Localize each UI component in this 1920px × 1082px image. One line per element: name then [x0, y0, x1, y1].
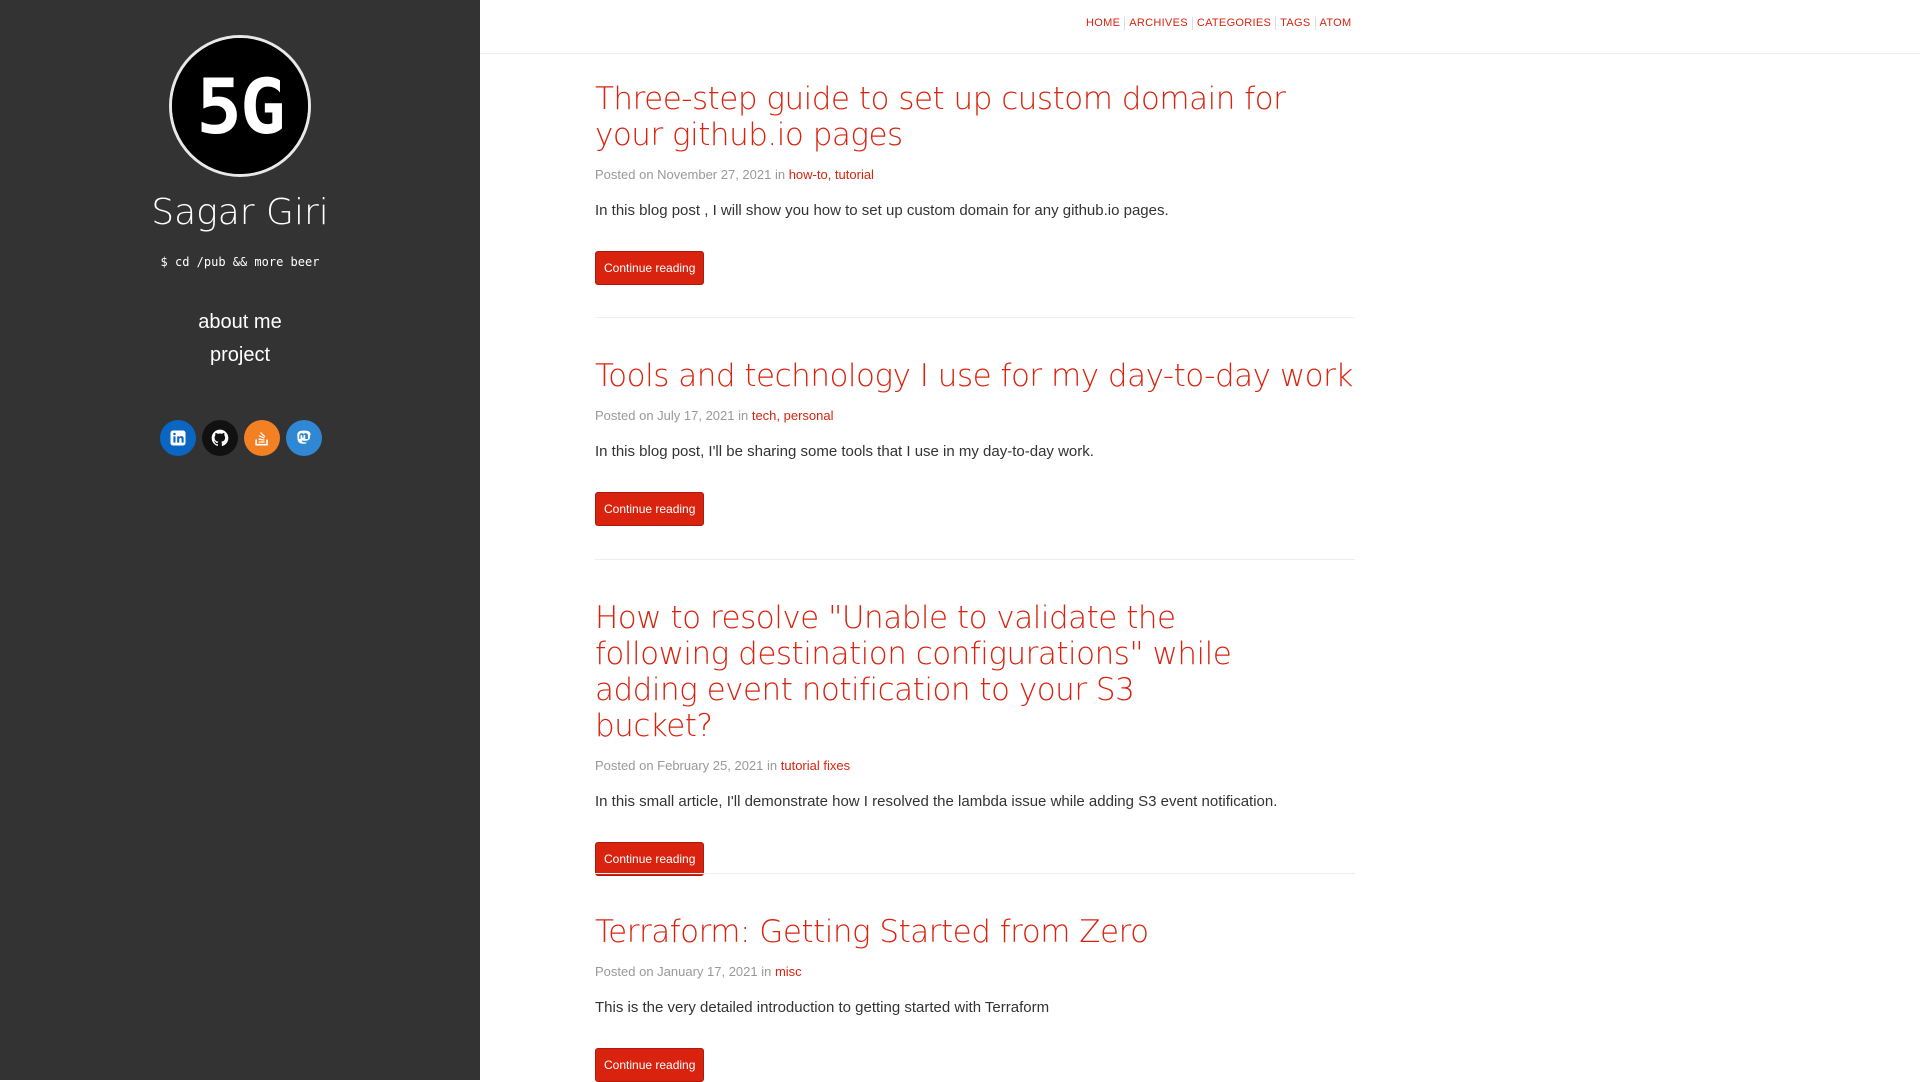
- nav-link-home[interactable]: HOME: [1082, 17, 1126, 30]
- post-categories[interactable]: misc: [775, 964, 802, 979]
- continue-reading-button[interactable]: Continue reading: [595, 842, 705, 876]
- sidebar: 5G Sagar Giri $ cd /pub && more beer abo…: [0, 0, 480, 1080]
- post-date: Posted on July 17, 2021 in: [595, 408, 752, 423]
- mastodon-link[interactable]: [286, 420, 322, 456]
- avatar-logo-text: 5G: [196, 61, 286, 151]
- linkedin-icon: [170, 430, 186, 446]
- post-divider: [595, 317, 1355, 318]
- continue-reading-button[interactable]: Continue reading: [595, 251, 705, 285]
- site-tagline: $ cd /pub && more beer: [160, 255, 320, 269]
- github-icon: [211, 429, 229, 447]
- github-link[interactable]: [202, 420, 238, 456]
- post-meta: Posted on January 17, 2021 in misc: [595, 964, 1355, 979]
- site-name[interactable]: Sagar Giri: [0, 192, 480, 233]
- post-meta: Posted on July 17, 2021 in tech, persona…: [595, 408, 1355, 423]
- post-excerpt: In this blog post, I'll be sharing some …: [595, 443, 1094, 460]
- post-item: Tools and technology I use for my day-to…: [595, 358, 1355, 526]
- linkedin-link[interactable]: [160, 420, 196, 456]
- post-item: How to resolve "Unable to validate the f…: [595, 600, 1355, 876]
- sidebar-link-project[interactable]: project: [0, 339, 480, 372]
- post-date: Posted on January 17, 2021 in: [595, 964, 775, 979]
- nav-link-tags[interactable]: TAGS: [1276, 17, 1316, 30]
- continue-reading-button[interactable]: Continue reading: [595, 492, 705, 526]
- post-categories[interactable]: tutorial fixes: [781, 758, 850, 773]
- nav-link-categories[interactable]: CATEGORIES: [1193, 17, 1277, 30]
- post-title[interactable]: Terraform: Getting Started from Zero: [595, 914, 1355, 950]
- nav-link-atom[interactable]: ATOM: [1316, 17, 1356, 30]
- post-date: Posted on February 25, 2021 in: [595, 758, 781, 773]
- stackoverflow-link[interactable]: [244, 420, 280, 456]
- post-title[interactable]: Tools and technology I use for my day-to…: [595, 358, 1355, 394]
- post-title[interactable]: How to resolve "Unable to validate the f…: [595, 600, 1255, 744]
- post-excerpt: This is the very detailed introduction t…: [595, 999, 1050, 1016]
- avatar[interactable]: 5G: [169, 35, 311, 177]
- sidebar-nav: about me project: [0, 306, 480, 372]
- post-excerpt: In this blog post , I will show you how …: [595, 202, 1169, 219]
- social-links: [160, 420, 322, 456]
- continue-reading-button[interactable]: Continue reading: [595, 1048, 705, 1082]
- post-item: Terraform: Getting Started from Zero Pos…: [595, 914, 1355, 1082]
- top-nav-links: HOME ARCHIVES CATEGORIES TAGS ATOM: [1082, 17, 1355, 30]
- post-categories[interactable]: tech, personal: [752, 408, 834, 423]
- post-categories[interactable]: how-to, tutorial: [789, 167, 874, 182]
- post-title[interactable]: Three-step guide to set up custom domain…: [595, 81, 1355, 153]
- post-divider: [595, 873, 1355, 874]
- stackoverflow-icon: [255, 432, 268, 446]
- post-divider: [595, 559, 1355, 560]
- post-date: Posted on November 27, 2021 in: [595, 167, 789, 182]
- post-excerpt: In this small article, I'll demonstrate …: [595, 793, 1278, 810]
- post-meta: Posted on November 27, 2021 in how-to, t…: [595, 167, 1355, 182]
- sidebar-link-about-me[interactable]: about me: [0, 306, 480, 339]
- mastodon-icon: [297, 430, 311, 444]
- top-navbar: HOME ARCHIVES CATEGORIES TAGS ATOM: [480, 0, 1920, 54]
- post-item: Three-step guide to set up custom domain…: [595, 81, 1355, 285]
- nav-link-archives[interactable]: ARCHIVES: [1125, 17, 1193, 30]
- post-meta: Posted on February 25, 2021 in tutorial …: [595, 758, 1355, 773]
